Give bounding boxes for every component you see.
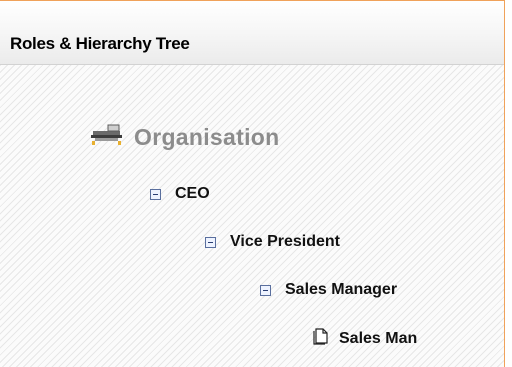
tree-node-sales-man[interactable]: Sales Man <box>313 328 417 350</box>
panel-title: Roles & Hierarchy Tree <box>10 34 190 53</box>
tree-node-label: Sales Manager <box>285 281 398 298</box>
tree-node-label: CEO <box>175 185 210 202</box>
roles-hierarchy-panel: Roles & Hierarchy Tree Organisation CEO … <box>0 0 505 367</box>
organisation-icon <box>90 122 124 153</box>
tree-node-label: Organisation <box>134 124 280 150</box>
tree-node-label: Sales Man <box>339 330 418 347</box>
tree-node-sales-manager[interactable]: Sales Manager <box>260 281 397 299</box>
tree-node-vice-president[interactable]: Vice President <box>205 233 340 251</box>
tree-node-label: Vice President <box>230 233 340 250</box>
tree-root-organisation[interactable]: Organisation <box>90 122 279 153</box>
collapse-toggle-icon[interactable] <box>150 188 161 200</box>
collapse-toggle-icon[interactable] <box>260 284 271 296</box>
panel-header: Roles & Hierarchy Tree <box>0 1 504 65</box>
tree-node-ceo[interactable]: CEO <box>150 185 210 203</box>
document-icon <box>313 328 329 350</box>
collapse-toggle-icon[interactable] <box>205 236 216 248</box>
